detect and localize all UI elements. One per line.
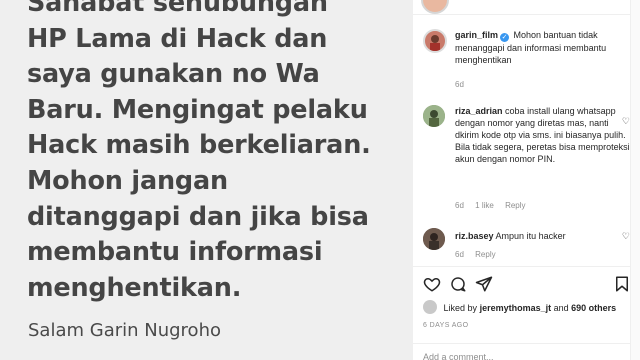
comment-meta: 6d 1 like Reply	[455, 201, 535, 210]
comment: riza_adrian coba install ulang whatsapp …	[455, 105, 635, 165]
header-avatar[interactable]	[421, 0, 449, 14]
caption-time: 6d	[455, 80, 464, 89]
post-line: menghentikan.	[27, 272, 242, 303]
comment-time: 6d	[455, 250, 464, 259]
post-line: ditanggapi dan jika bisa	[27, 201, 369, 232]
bookmark-icon[interactable]	[613, 275, 631, 293]
comment-input[interactable]: Add a comment...	[423, 352, 494, 360]
post-line: saya gunakan no Wa	[27, 59, 320, 90]
liked-by-and: and	[553, 303, 569, 313]
comment-time: 6d	[455, 201, 464, 210]
comment-username[interactable]: riz.basey	[455, 231, 494, 241]
comment-icon[interactable]	[449, 275, 467, 293]
like-comment-heart-icon[interactable]: ♡	[622, 116, 630, 127]
avatar[interactable]	[423, 228, 445, 250]
heart-icon[interactable]	[423, 275, 441, 293]
verified-icon: ✓	[500, 33, 510, 42]
liker-avatar[interactable]	[423, 300, 437, 314]
post-time: 6 DAYS AGO	[423, 322, 469, 329]
post-header	[413, 0, 640, 15]
post-text: Sahabat sehubungan HP Lama di Hack dan s…	[27, 0, 407, 306]
post-line: Hack masih berkeliaran.	[27, 130, 371, 161]
caption-username[interactable]: garin_film	[455, 30, 498, 40]
comment-likes[interactable]: 1 like	[475, 201, 494, 210]
like-comment-heart-icon[interactable]: ♡	[622, 231, 630, 242]
liker-username[interactable]: jeremythomas_jt	[480, 303, 552, 313]
post-line: Baru. Mengingat pelaku	[27, 94, 368, 125]
action-bar	[413, 266, 640, 303]
post-signature: Salam Garin Nugroho	[28, 320, 221, 341]
reply-button[interactable]: Reply	[505, 201, 525, 210]
liked-by: Liked by jeremythomas_jt and 690 others	[423, 300, 616, 314]
post-line: Sahabat sehubungan	[27, 0, 328, 18]
avatar[interactable]	[423, 105, 445, 127]
post-line: membantu informasi	[27, 237, 323, 268]
comment-username[interactable]: riza_adrian	[455, 106, 503, 116]
comment-text: Ampun itu hacker	[495, 231, 566, 241]
post-line: Mohon jangan	[27, 165, 228, 196]
add-comment-bar: Add a comment...	[413, 343, 640, 360]
caption: garin_film ✓ Mohon bantuan tidak menangga…	[455, 29, 635, 66]
post-image: Sahabat sehubungan HP Lama di Hack dan s…	[0, 0, 412, 360]
avatar[interactable]	[423, 29, 447, 53]
comment: riz.basey Ampun itu hacker	[455, 230, 635, 242]
liked-by-prefix: Liked by	[443, 303, 478, 313]
others-count[interactable]: 690 others	[571, 303, 616, 313]
comments-panel: garin_film ✓ Mohon bantuan tidak menangga…	[412, 0, 640, 360]
reply-button[interactable]: Reply	[475, 250, 495, 259]
scrollbar[interactable]	[630, 0, 640, 360]
comment-meta: 6d Reply	[455, 250, 505, 259]
share-icon[interactable]	[475, 275, 493, 293]
post-line: HP Lama di Hack dan	[27, 23, 328, 54]
